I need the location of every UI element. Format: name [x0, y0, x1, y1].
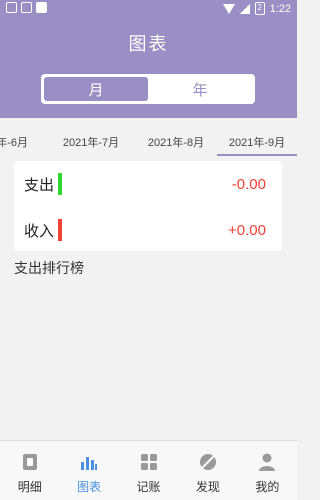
- expense-label: 支出: [24, 175, 55, 194]
- tab-chart[interactable]: 图表: [59, 441, 118, 500]
- user-icon: [256, 451, 278, 473]
- page-title: 图表: [128, 34, 169, 55]
- month-tab-strip[interactable]: 21年-6月 2021年-7月 2021年-8月 2021年-9月: [0, 124, 297, 156]
- status-bar: 2 1:22: [0, 0, 297, 18]
- year-toggle-button[interactable]: 年: [148, 77, 252, 101]
- expense-value: -0.00: [231, 175, 266, 193]
- header: 2 1:22 图表 月 年: [0, 0, 297, 118]
- expense-row: 支出 -0.00: [24, 169, 266, 199]
- month-tab-2021-09[interactable]: 2021年-9月: [217, 134, 297, 156]
- tab-label: 记账: [136, 480, 161, 494]
- tab-mine[interactable]: 我的: [238, 441, 297, 500]
- month-tab-2021-06[interactable]: 21年-6月: [0, 134, 46, 150]
- month-toggle-button[interactable]: 月: [44, 77, 148, 101]
- month-tab-2021-07[interactable]: 2021年-7月: [51, 134, 131, 150]
- detail-icon: [19, 451, 41, 473]
- tab-label: 发现: [195, 480, 220, 494]
- image-icon: [21, 2, 32, 13]
- sd-card-icon: [36, 2, 47, 13]
- income-bar: [58, 219, 63, 241]
- tab-discover[interactable]: 发现: [178, 441, 237, 500]
- signal-icon: [239, 3, 250, 14]
- tab-label: 我的: [255, 480, 280, 494]
- summary-card: 支出 -0.00 收入 +0.00: [14, 161, 282, 251]
- chart-icon: [78, 451, 100, 473]
- bottom-tab-bar: 明细 图表 记账 发现 我的: [0, 440, 297, 500]
- tab-label: 明细: [17, 480, 42, 494]
- tab-bookkeeping[interactable]: 记账: [119, 441, 178, 500]
- expense-bar: [58, 173, 63, 195]
- notification-icon: [6, 2, 17, 13]
- battery-icon: 2: [254, 2, 265, 15]
- tab-label: 图表: [77, 480, 102, 494]
- tab-detail[interactable]: 明细: [0, 441, 59, 500]
- expense-ranking-title: 支出排行榜: [14, 261, 84, 277]
- period-toggle: 月 年: [41, 74, 255, 104]
- grid-icon: [138, 451, 160, 473]
- wifi-icon: [222, 3, 235, 14]
- month-tab-2021-08[interactable]: 2021年-8月: [136, 134, 216, 150]
- income-value: +0.00: [228, 221, 266, 239]
- income-row: 收入 +0.00: [24, 215, 266, 245]
- discover-icon: [197, 451, 219, 473]
- status-time: 1:22: [269, 2, 291, 15]
- income-label: 收入: [24, 221, 55, 240]
